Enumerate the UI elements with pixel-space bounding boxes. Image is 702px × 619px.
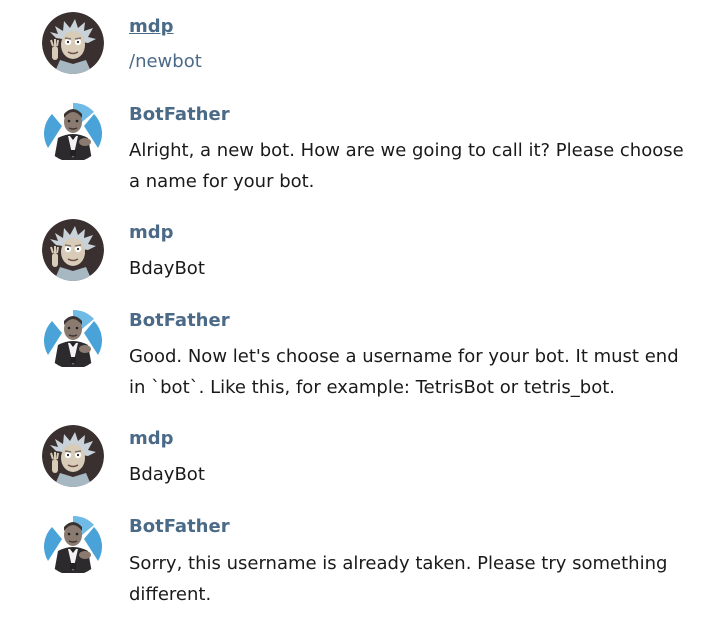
message-text: BdayBot bbox=[129, 464, 205, 485]
rick-avatar-icon[interactable] bbox=[42, 12, 104, 74]
rick-avatar-icon[interactable] bbox=[42, 425, 104, 487]
sender-name[interactable]: BotFather bbox=[129, 310, 230, 332]
sender-name[interactable]: mdp bbox=[129, 16, 174, 38]
botfather-avatar-icon[interactable] bbox=[42, 100, 104, 162]
chat-history: mdp /newbot BotFather Alright, a new bot… bbox=[0, 0, 702, 619]
sender-name[interactable]: mdp bbox=[129, 222, 174, 244]
botfather-avatar-icon[interactable] bbox=[42, 513, 104, 575]
sender-name[interactable]: BotFather bbox=[129, 104, 230, 126]
message-text[interactable]: /newbot bbox=[129, 46, 694, 77]
message-text: Alright, a new bot. How are we going to … bbox=[129, 140, 684, 192]
message-text: Sorry, this username is already taken. P… bbox=[129, 553, 668, 605]
message-text: Good. Now let's choose a username for yo… bbox=[129, 346, 679, 398]
rick-avatar-icon[interactable] bbox=[42, 219, 104, 281]
sender-name[interactable]: mdp bbox=[129, 428, 174, 450]
sender-name[interactable]: BotFather bbox=[129, 516, 230, 538]
botfather-avatar-icon[interactable] bbox=[42, 307, 104, 369]
message-text: BdayBot bbox=[129, 258, 205, 279]
